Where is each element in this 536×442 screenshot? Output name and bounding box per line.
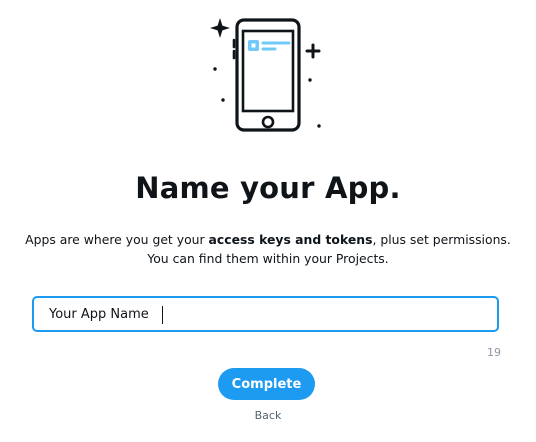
dot-icon xyxy=(213,67,217,71)
description: Apps are where you get your access keys … xyxy=(20,230,516,268)
phone-illustration xyxy=(210,18,321,132)
dot-icon xyxy=(221,98,225,102)
dot-icon xyxy=(317,124,321,128)
smartphone-icon xyxy=(232,18,301,132)
sparkle-icon xyxy=(210,18,230,38)
name-your-app-dialog: Name your App. Apps are where you get yo… xyxy=(0,0,536,442)
description-text: , plus set permissions. xyxy=(372,232,511,247)
complete-button[interactable]: Complete xyxy=(218,368,315,400)
description-text: Apps are where you get your xyxy=(25,232,209,247)
app-name-field-wrapper xyxy=(32,296,499,332)
back-link[interactable]: Back xyxy=(0,409,536,422)
page-title: Name your App. xyxy=(135,171,401,205)
text-cursor xyxy=(162,306,163,324)
character-counter: 19 xyxy=(487,346,501,359)
app-name-input[interactable] xyxy=(34,298,497,330)
description-emphasis: access keys and tokens xyxy=(208,232,373,247)
plus-icon xyxy=(305,43,321,59)
description-line-2: You can find them within your Projects. xyxy=(147,251,389,266)
dot-icon xyxy=(308,78,312,82)
